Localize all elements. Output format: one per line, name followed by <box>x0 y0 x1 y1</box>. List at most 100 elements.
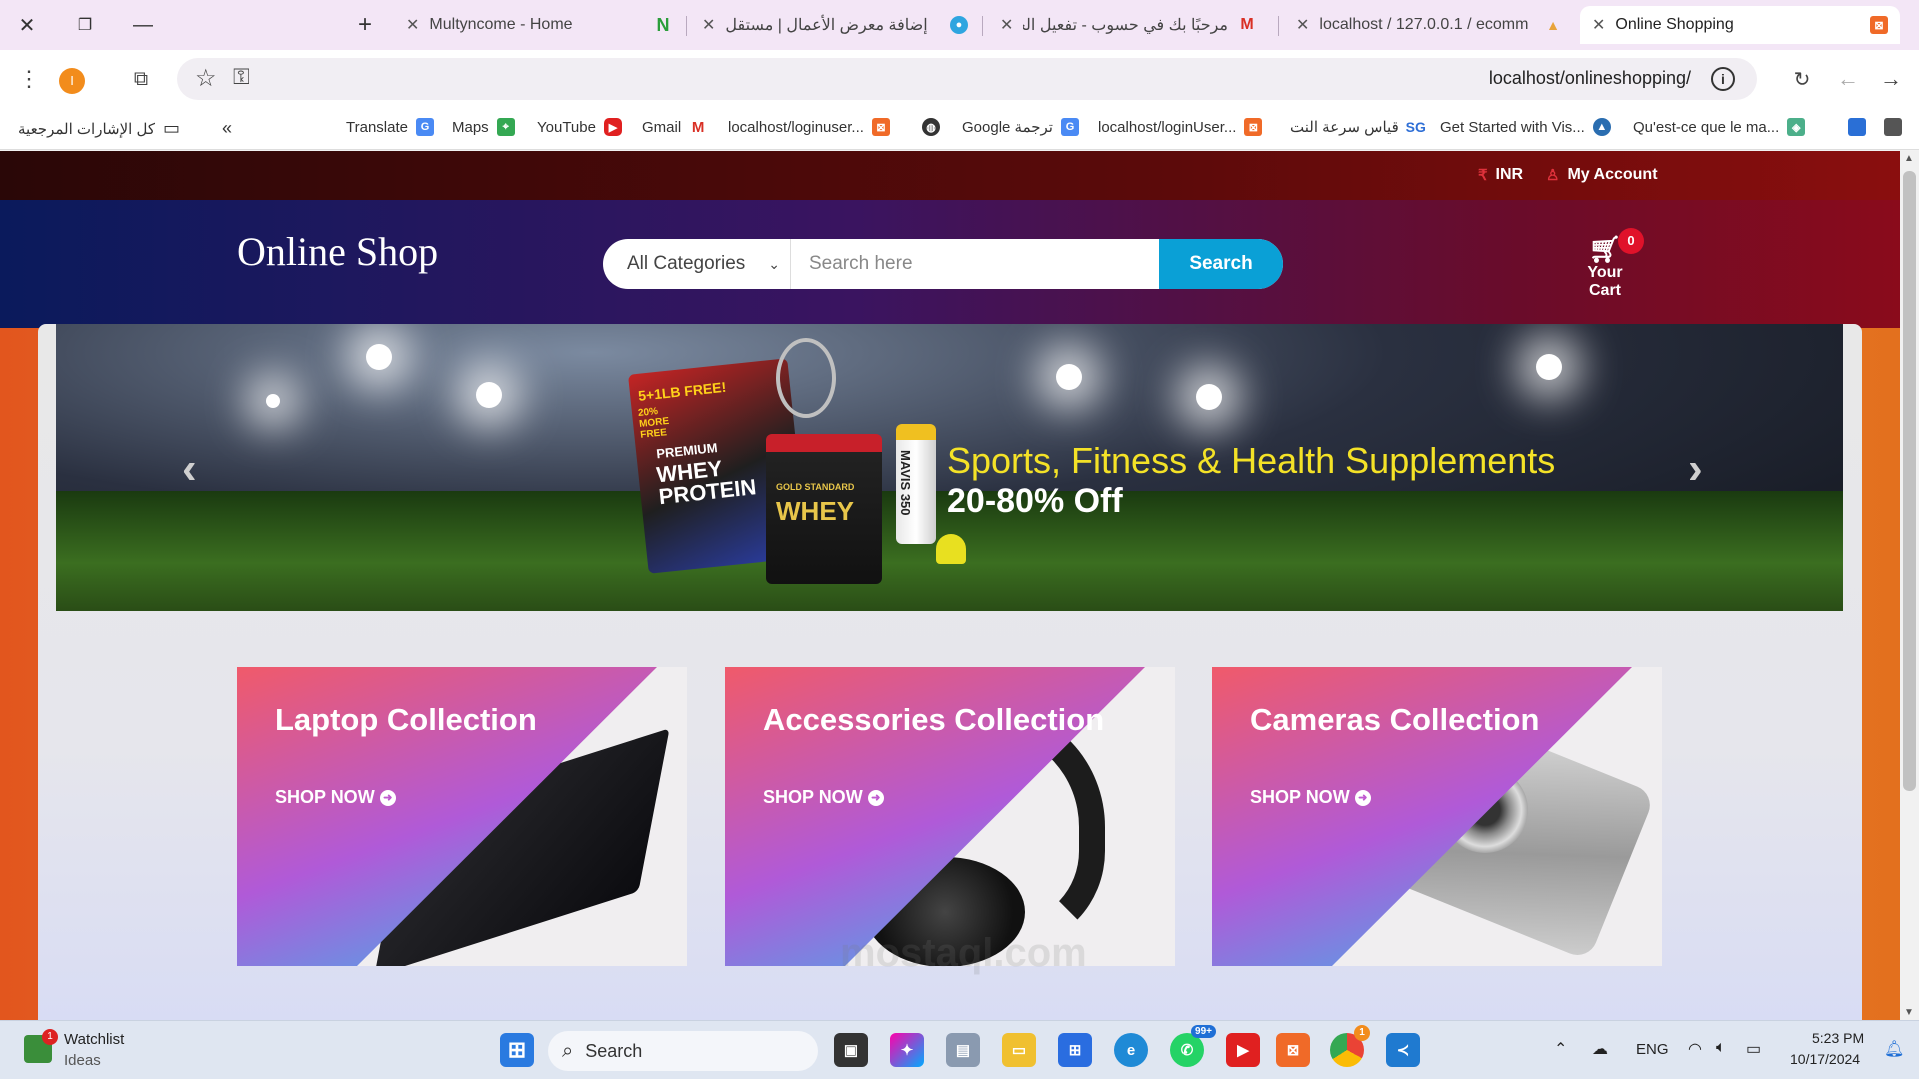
chrome-icon[interactable]: 1 <box>1330 1025 1370 1067</box>
edge-icon[interactable]: e <box>1114 1033 1148 1067</box>
back-icon[interactable]: ← <box>1833 64 1863 94</box>
bookmark-maps[interactable]: Maps ⌖ <box>452 118 515 136</box>
taskbar-search-label: Search <box>585 1040 643 1061</box>
tab-online-shopping[interactable]: ✕ Online Shopping ⊠ <box>1580 6 1900 44</box>
language-indicator[interactable]: ENG <box>1636 1041 1669 1058</box>
close-icon[interactable]: ✕ <box>1000 15 1013 35</box>
xampp-icon: ⊠ <box>1870 16 1888 34</box>
bookmark-blue-square[interactable] <box>1848 118 1866 136</box>
scroll-up-icon[interactable]: ▲ <box>1904 153 1914 164</box>
currency-selector[interactable]: ₹ INR <box>1478 166 1523 184</box>
url-text[interactable]: localhost/onlineshopping/ <box>1489 68 1691 89</box>
my-account-link[interactable]: ♙ My Account <box>1546 166 1658 184</box>
tab-phpmyadmin[interactable]: ✕ localhost / 127.0.0.1 / ecommerce ▲ <box>1284 6 1574 44</box>
profile-avatar[interactable]: I <box>59 68 85 94</box>
close-icon[interactable]: ✕ <box>406 15 419 35</box>
bookmark-vscode-start[interactable]: Get Started with Vis... ▲ <box>1440 118 1611 136</box>
close-icon[interactable]: ✕ <box>1592 15 1605 35</box>
xampp-icon[interactable]: ⊠ <box>1276 1033 1310 1067</box>
bookmark-star-icon[interactable]: ☆ <box>195 64 217 93</box>
widgets-icon[interactable]: ▤ <box>946 1033 980 1067</box>
forward-icon[interactable]: → <box>1876 64 1906 94</box>
globe-bookmark[interactable]: ◍ <box>922 118 940 136</box>
cart-link[interactable]: 🛒︎ 0 Your Cart <box>1570 228 1644 300</box>
youtube-icon: ▶ <box>603 118 622 136</box>
minimize-window-icon[interactable]: — <box>126 8 160 42</box>
bookmark-quest-ce[interactable]: Qu'est-ce que le ma... ◈ <box>1633 118 1806 136</box>
wifi-icon[interactable]: ◠ <box>1688 1039 1702 1059</box>
address-bar[interactable]: ☆ ⚿ localhost/onlineshopping/ i <box>177 58 1757 100</box>
bookmark-loginuser[interactable]: localhost/loginuser... ⊠ <box>728 118 890 136</box>
tab-title: Online Shopping <box>1615 16 1734 33</box>
bookmark-label: localhost/loginUser... <box>1098 118 1237 136</box>
network-status-icon[interactable]: ☁︎ <box>1592 1039 1608 1059</box>
copilot-icon[interactable]: ✦ <box>890 1033 924 1067</box>
more-bookmarks-icon[interactable]: « <box>222 118 232 139</box>
search-input[interactable] <box>791 239 1159 289</box>
bookmark-grey-square[interactable] <box>1884 118 1902 136</box>
collection-card-accessories[interactable]: Accessories Collection SHOP NOW ➜ <box>725 667 1175 966</box>
banner-offer: 20-80% Off <box>947 482 1123 520</box>
new-tab-button[interactable]: + <box>348 8 382 42</box>
translate-icon: G <box>415 118 434 136</box>
site-info-icon[interactable]: i <box>1711 67 1735 91</box>
tab-multyncome[interactable]: ✕ Multyncome - Home N <box>394 6 684 44</box>
extensions-icon[interactable]: ⧉ <box>126 64 156 94</box>
collection-card-cameras[interactable]: Cameras Collection SHOP NOW ➜ <box>1212 667 1662 966</box>
reload-icon[interactable]: ↻ <box>1787 64 1817 94</box>
vscode-icon[interactable]: ≺ <box>1386 1033 1420 1067</box>
watchlist-widget-icon[interactable]: 1 <box>24 1029 58 1063</box>
carousel-next-icon[interactable]: › <box>1688 444 1703 494</box>
show-hidden-icons[interactable]: ⌃ <box>1554 1039 1567 1059</box>
notification-bell-icon[interactable]: 🔔︎ <box>1884 1039 1904 1059</box>
tab-title: Multyncome - Home <box>429 16 573 33</box>
banner-headline: Sports, Fitness & Health Supplements <box>947 440 1556 481</box>
chrome-badge: 1 <box>1354 1025 1370 1041</box>
category-select[interactable]: All Categories ⌄ <box>603 239 791 289</box>
store-icon[interactable]: ⊞ <box>1058 1033 1092 1067</box>
battery-icon[interactable]: ▭ <box>1746 1039 1761 1059</box>
widget-title[interactable]: Watchlist <box>64 1031 124 1048</box>
collection-card-laptop[interactable]: Laptop Collection SHOP NOW ➜ <box>237 667 687 966</box>
close-icon[interactable]: ✕ <box>702 15 715 35</box>
clock-time[interactable]: 5:23 PM <box>1812 1030 1864 1046</box>
top-strip: ₹ INR ♙ My Account <box>0 151 1900 200</box>
page-scrollbar[interactable]: ▲ ▼ <box>1900 151 1919 1020</box>
bookmark-youtube[interactable]: YouTube ▶ <box>537 118 622 136</box>
xampp-icon: ⊠ <box>871 118 890 136</box>
file-explorer-icon[interactable]: ▭ <box>1002 1033 1036 1067</box>
whatsapp-icon[interactable]: ✆ 99+ <box>1170 1025 1216 1067</box>
shop-now-link[interactable]: SHOP NOW ➜ <box>275 787 396 808</box>
search-button[interactable]: Search <box>1159 239 1283 289</box>
bookmark-translate[interactable]: Translate G <box>346 118 434 136</box>
tab-mostaql[interactable]: ✕ إضافة معرض الأعمال | مستقل ● <box>690 6 980 44</box>
scroll-thumb[interactable] <box>1903 171 1916 791</box>
clock-date[interactable]: 10/17/2024 <box>1790 1051 1860 1067</box>
close-window-icon[interactable]: ✕ <box>10 8 44 42</box>
tab-hsoub[interactable]: ✕ مرحبًا بك في حسوب - تفعيل الحساب M <box>988 6 1268 44</box>
taskbar-search[interactable]: ⌕ Search <box>548 1031 818 1071</box>
bookmark-gmail[interactable]: Gmail M <box>642 118 707 136</box>
bookmark-label: Gmail <box>642 118 682 136</box>
password-key-icon[interactable]: ⚿ <box>233 64 250 90</box>
start-icon[interactable]: ⊞ <box>500 1033 534 1067</box>
shop-now-link[interactable]: SHOP NOW ➜ <box>1250 787 1371 808</box>
volume-icon[interactable]: 🔈︎ <box>1716 1039 1726 1057</box>
shop-now-link[interactable]: SHOP NOW ➜ <box>763 787 884 808</box>
bookmark-label: Qu'est-ce que le ma... <box>1633 118 1780 136</box>
bookmark-speedtest[interactable]: قياس سرعة النت SG <box>1290 118 1426 136</box>
currency-label: INR <box>1495 166 1524 183</box>
all-bookmarks[interactable]: كل الإشارات المرجعية ▭ <box>18 118 180 139</box>
close-icon[interactable]: ✕ <box>1296 15 1309 35</box>
bookmark-google-translate[interactable]: Google ترجمة G <box>962 118 1079 136</box>
menu-icon[interactable]: ⋮ <box>14 64 44 94</box>
bookmark-label: Google ترجمة <box>962 119 1053 136</box>
restore-window-icon[interactable]: ❐ <box>68 8 102 42</box>
youtube-icon[interactable]: ▶ <box>1226 1033 1260 1067</box>
multyncome-icon: N <box>656 14 670 35</box>
task-view-icon[interactable]: ▣ <box>834 1033 868 1067</box>
site-logo[interactable]: Online Shop <box>237 228 438 275</box>
scroll-down-icon[interactable]: ▼ <box>1904 1007 1914 1018</box>
bookmark-loginuser-2[interactable]: localhost/loginUser... ⊠ <box>1098 118 1263 136</box>
carousel-prev-icon[interactable]: ‹ <box>182 444 197 494</box>
